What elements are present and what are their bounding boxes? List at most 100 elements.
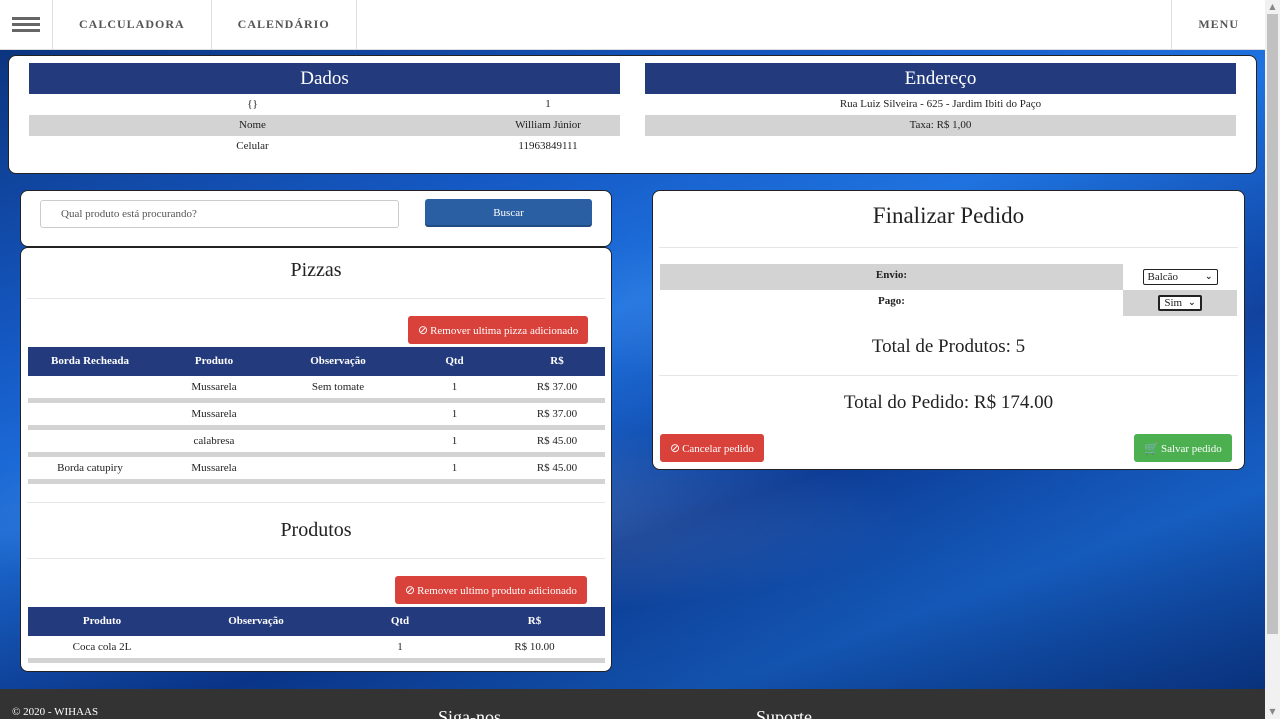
shopping-cart-icon: 🛒 xyxy=(1144,441,1159,455)
checkout-title: Finalizar Pedido xyxy=(872,203,1025,228)
save-order-label: Salvar pedido xyxy=(1160,443,1222,455)
nav-link-calendario[interactable]: CALENDÁRIO xyxy=(210,0,357,49)
scroll-down-arrow-icon[interactable]: ▼ xyxy=(1265,705,1280,719)
table-cell xyxy=(28,376,152,398)
pizzas-table-header: Borda Recheada Produto Observação Qtd R$ xyxy=(28,347,605,376)
cancel-order-label: Cancelar pedido xyxy=(682,443,754,455)
envio-selected-value: Balcão xyxy=(1147,271,1179,283)
divider xyxy=(27,558,605,559)
remove-last-product-button[interactable]: ⊘ Remover ultimo produto adicionado xyxy=(395,576,587,604)
dados-row: {} 1 xyxy=(29,94,620,115)
dados-label: {} xyxy=(247,98,258,110)
table-cell xyxy=(28,403,152,425)
table-row[interactable]: calabresa 1 R$ 45.00 xyxy=(28,430,605,457)
ban-icon: ⊘ xyxy=(418,323,429,337)
pago-cell: Sim ⌄ xyxy=(1123,290,1237,316)
dados-row: Celular 11963849111 xyxy=(29,136,620,157)
envio-row: Envio: Balcão ⌄ xyxy=(660,264,1237,290)
dados-label: Nome xyxy=(239,119,266,131)
remove-last-pizza-button[interactable]: ⊘ Remover ultima pizza adicionado xyxy=(408,316,589,344)
produtos-table: Produto Observação Qtd R$ Coca cola 2L 1… xyxy=(28,607,605,663)
footer-support-heading: Suporte xyxy=(756,707,812,719)
divider xyxy=(659,247,1238,248)
column-header: Produto xyxy=(82,615,122,627)
pago-select[interactable]: Sim ⌄ xyxy=(1158,295,1202,311)
table-cell: R$ 45.00 xyxy=(536,462,578,474)
column-header: Borda Recheada xyxy=(51,355,129,367)
save-order-button[interactable]: 🛒 Salvar pedido xyxy=(1134,434,1232,462)
divider xyxy=(659,375,1238,376)
total-products: Total de Produtos: 5 xyxy=(871,336,1026,357)
scrollbar-thumb[interactable] xyxy=(1267,14,1278,634)
pago-selected-value: Sim xyxy=(1164,297,1183,309)
endereco-address: Rua Luiz Silveira - 625 - Jardim Ibiti d… xyxy=(839,98,1042,110)
footer-copyright: © 2020 - WIHAAS xyxy=(12,706,99,718)
checkout-panel: Finalizar Pedido Envio: Balcão ⌄ Pago: S… xyxy=(652,190,1245,470)
hamburger-menu-icon[interactable] xyxy=(0,0,52,49)
top-navbar: CALCULADORA CALENDÁRIO MENU xyxy=(0,0,1265,50)
divider xyxy=(27,502,605,503)
remove-last-product-label: Remover ultimo produto adicionado xyxy=(417,585,577,597)
dados-row: Nome William Júnior xyxy=(29,115,620,136)
page-footer: © 2020 - WIHAAS Siga-nos Suporte xyxy=(0,689,1265,719)
search-input[interactable]: Qual produto está procurando? xyxy=(40,200,399,228)
table-cell: Borda catupiry xyxy=(57,462,123,474)
table-row[interactable]: Mussarela 1 R$ 37.00 xyxy=(28,403,605,430)
table-cell: R$ 45.00 xyxy=(536,435,578,447)
table-row[interactable]: Borda catupiry Mussarela 1 R$ 45.00 xyxy=(28,457,605,484)
pizzas-title: Pizzas xyxy=(290,259,342,281)
pago-row: Pago: Sim ⌄ xyxy=(660,290,1237,316)
envio-label: Envio: xyxy=(660,264,1123,290)
table-cell xyxy=(176,636,336,658)
divider xyxy=(27,298,605,299)
pago-label: Pago: xyxy=(878,295,905,307)
table-cell: 1 xyxy=(451,462,458,474)
scroll-up-arrow-icon[interactable]: ▲ xyxy=(1265,0,1280,14)
envio-select[interactable]: Balcão ⌄ xyxy=(1142,269,1218,285)
dados-title: Dados xyxy=(29,63,620,94)
chevron-down-icon: ⌄ xyxy=(1204,272,1213,282)
table-cell xyxy=(276,403,400,425)
table-cell: R$ 10.00 xyxy=(514,641,555,653)
table-row[interactable]: Mussarela Sem tomate 1 R$ 37.00 xyxy=(28,376,605,403)
table-cell: calabresa xyxy=(193,435,235,447)
table-cell: Sem tomate xyxy=(311,381,365,393)
table-cell: Mussarela xyxy=(191,408,237,420)
nav-link-calculadora[interactable]: CALCULADORA xyxy=(52,0,211,49)
endereco-taxa-row: Taxa: R$ 1,00 xyxy=(645,115,1236,136)
chevron-down-icon: ⌄ xyxy=(1188,298,1196,308)
table-cell xyxy=(276,430,400,452)
dados-value: William Júnior xyxy=(515,119,581,131)
column-header: Produto xyxy=(194,355,234,367)
nav-menu-button[interactable]: MENU xyxy=(1171,0,1265,49)
table-cell: 1 xyxy=(451,435,458,447)
search-panel: Qual produto está procurando? Buscar xyxy=(20,190,612,247)
search-button[interactable]: Buscar xyxy=(425,199,592,227)
page-scrollbar[interactable]: ▲ ▼ xyxy=(1265,0,1280,719)
pizzas-table: Borda Recheada Produto Observação Qtd R$… xyxy=(28,347,605,484)
column-header: Observação xyxy=(310,355,366,367)
column-header: Observação xyxy=(228,615,284,627)
table-row[interactable]: Coca cola 2L 1 R$ 10.00 xyxy=(28,636,605,663)
endereco-section: Endereço Rua Luiz Silveira - 625 - Jardi… xyxy=(645,63,1236,136)
table-cell: 1 xyxy=(451,381,458,393)
footer-follow-us-heading: Siga-nos xyxy=(438,707,501,719)
endereco-taxa: Taxa: R$ 1,00 xyxy=(909,119,972,131)
cancel-order-button[interactable]: ⊘ Cancelar pedido xyxy=(660,434,764,462)
produtos-table-header: Produto Observação Qtd R$ xyxy=(28,607,605,636)
table-cell: 1 xyxy=(397,641,403,653)
column-header: Qtd xyxy=(390,615,410,627)
table-cell: Mussarela xyxy=(191,462,237,474)
table-cell: R$ 37.00 xyxy=(536,408,578,420)
ban-icon: ⊘ xyxy=(405,583,416,597)
endereco-title: Endereço xyxy=(645,63,1236,94)
column-header: R$ xyxy=(550,355,564,367)
table-cell: Mussarela xyxy=(191,381,237,393)
column-header: R$ xyxy=(527,615,542,627)
dados-value: 1 xyxy=(545,98,551,110)
table-cell: Coca cola 2L xyxy=(72,641,132,653)
order-total: Total do Pedido: R$ 174.00 xyxy=(843,392,1054,413)
order-items-panel: Pizzas ⊘ Remover ultima pizza adicionado … xyxy=(20,247,612,672)
endereco-address-row: Rua Luiz Silveira - 625 - Jardim Ibiti d… xyxy=(645,94,1236,115)
